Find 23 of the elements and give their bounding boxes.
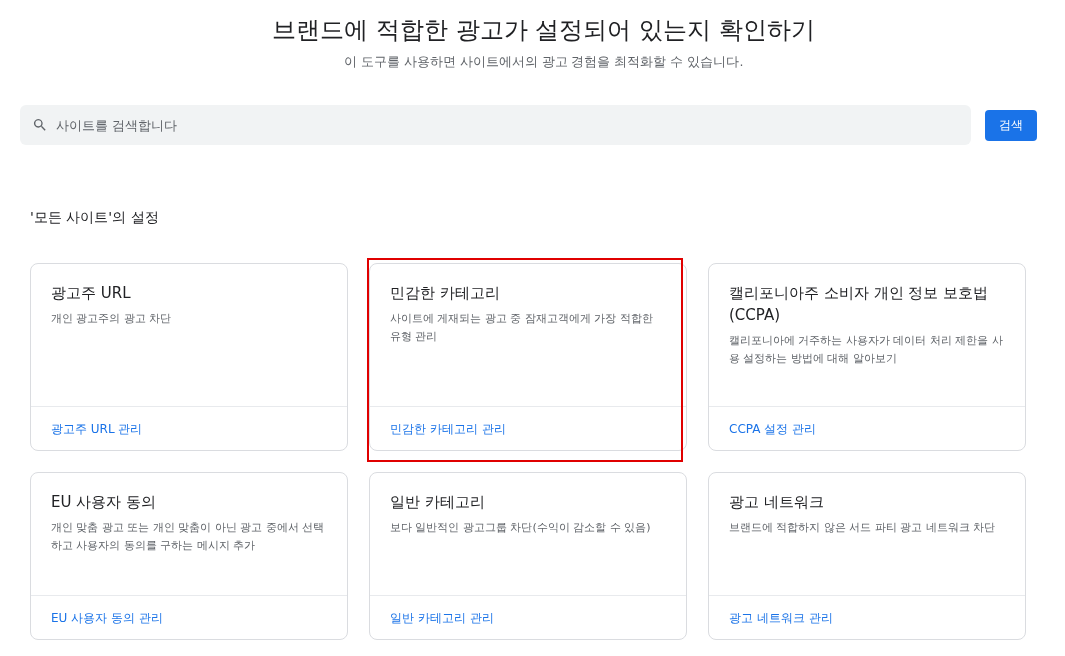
card-title: 민감한 카테고리: [390, 283, 501, 304]
manage-link[interactable]: CCPA 설정 관리: [729, 422, 817, 436]
manage-link[interactable]: EU 사용자 동의 관리: [51, 611, 163, 625]
page-title: 브랜드에 적합한 광고가 설정되어 있는지 확인하기: [271, 15, 816, 46]
manage-link[interactable]: 광고 네트워크 관리: [729, 611, 833, 625]
manage-link[interactable]: 광고주 URL 관리: [51, 422, 143, 436]
card-description: 개인 광고주의 광고 차단: [51, 311, 173, 327]
page-subtitle: 이 도구를 사용하면 사이트에서의 광고 경험을 최적화할 수 있습니다.: [342, 54, 745, 71]
card-title: 일반 카테고리: [390, 492, 486, 513]
card-description: 캘리포니아에 거주하는 사용자가 데이터 처리 제한을 사용 설정하는 방법에 대해 알아보기: [729, 333, 1004, 367]
card-description: 브랜드에 적합하지 않은 서드 파티 광고 네트워크 차단: [729, 520, 997, 536]
card-description: 사이트에 게재되는 광고 중 잠재고객에게 가장 적합한 유형 관리: [390, 311, 654, 345]
section-title: '모든 사이트'의 설정: [30, 209, 160, 227]
card-title: 광고주 URL: [51, 283, 132, 304]
card-description: 개인 맞춤 광고 또는 개인 맞춤이 아닌 광고 중에서 선택하고 사용자의 동의를 구하는 메시지 추가: [51, 520, 326, 554]
card-title: 광고 네트워크: [729, 492, 825, 513]
manage-link[interactable]: 민감한 카테고리 관리: [390, 422, 506, 436]
card-title: EU 사용자 동의: [51, 492, 157, 513]
card-title: 캘리포니아주 소비자 개인 정보 보호법 (CCPA): [729, 283, 990, 326]
search-field[interactable]: 사이트를 검색합니다: [20, 105, 971, 145]
manage-link[interactable]: 일반 카테고리 관리: [390, 611, 494, 625]
search-button[interactable]: 검색: [985, 109, 1037, 141]
card-description: 보다 일반적인 광고그룹 차단(수익이 감소할 수 있음): [390, 520, 652, 536]
